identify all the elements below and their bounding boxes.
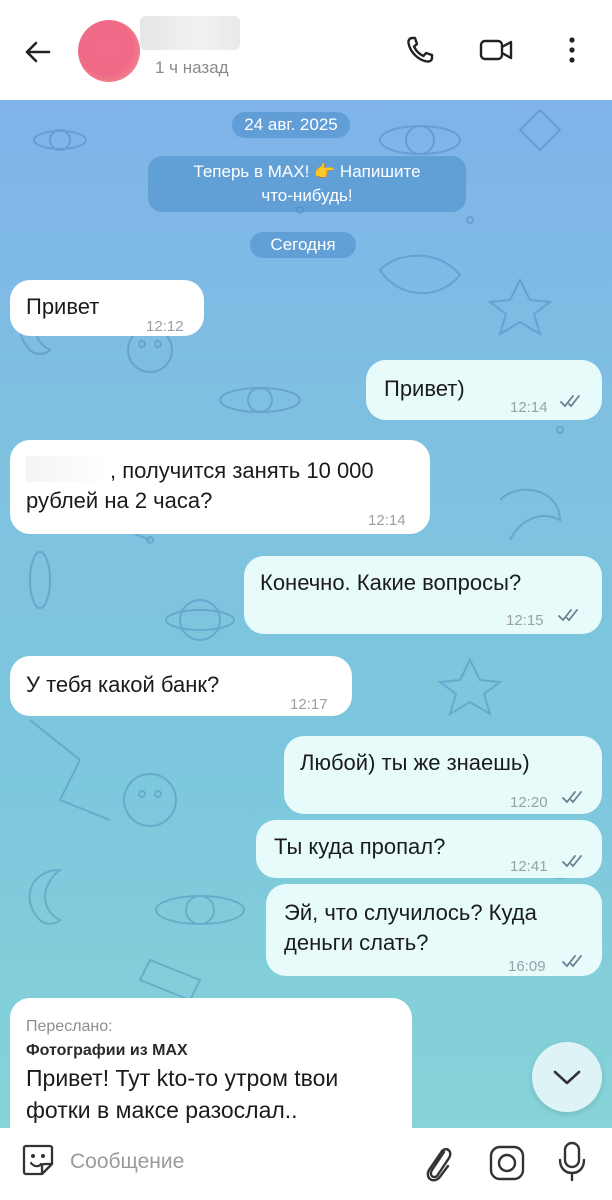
double-check-icon: [558, 609, 578, 622]
contact-name-redacted[interactable]: [140, 16, 240, 50]
back-button[interactable]: [18, 32, 58, 72]
sticker-button[interactable]: [18, 1140, 58, 1180]
message-text: У тебя какой банк?: [26, 672, 220, 697]
message-time: 12:15: [506, 612, 544, 629]
message-text-line-2: фотки в максе разослал..: [26, 1097, 298, 1123]
double-check-icon: [562, 955, 582, 968]
message-composer: [0, 1128, 612, 1200]
chat-area[interactable]: 24 авг. 2025 Теперь в MAX! 👉 Напишите чт…: [0, 100, 612, 1128]
paperclip-icon: [426, 1147, 452, 1182]
attach-button[interactable]: [418, 1140, 458, 1184]
incoming-message[interactable]: У тебя какой банк? 12:17: [10, 656, 352, 716]
system-notice-line-2: что-нибудь!: [261, 186, 353, 205]
message-time: 12:20: [510, 794, 548, 811]
message-text-line-2: рублей на 2 часа?: [26, 488, 213, 513]
scroll-to-bottom-button[interactable]: [532, 1042, 602, 1112]
message-text: Любой) ты же знаешь): [300, 750, 530, 775]
message-text: Конечно. Какие вопросы?: [260, 570, 522, 595]
camera-icon: [489, 1145, 525, 1181]
outgoing-message[interactable]: Ты куда пропал? 12:41: [256, 820, 602, 878]
system-notice: Теперь в MAX! 👉 Напишите что-нибудь!: [148, 156, 466, 212]
message-time: 12:17: [290, 696, 328, 713]
message-time: 16:09: [508, 958, 546, 975]
call-button[interactable]: [400, 30, 440, 70]
message-text: Ты куда пропал?: [274, 834, 446, 859]
incoming-message[interactable]: Привет 12:12: [10, 280, 204, 336]
double-check-icon: [562, 791, 582, 804]
message-time: 12:14: [510, 399, 548, 416]
message-time: 12:12: [146, 318, 184, 335]
double-check-icon: [560, 395, 580, 408]
date-divider: 24 авг. 2025: [232, 112, 350, 138]
camera-button[interactable]: [486, 1142, 528, 1184]
message-text: Привет): [384, 376, 465, 401]
outgoing-message[interactable]: Конечно. Какие вопросы? 12:15: [244, 556, 602, 634]
double-check-icon: [562, 855, 582, 868]
outgoing-message[interactable]: Привет) 12:14: [366, 360, 602, 420]
outgoing-message[interactable]: Эй, что случилось? Куда деньги слать? 16…: [266, 884, 602, 976]
arrow-left-icon: [25, 41, 51, 63]
today-divider: Сегодня: [250, 232, 356, 258]
voice-message-button[interactable]: [552, 1138, 592, 1184]
sticker-icon: [22, 1144, 54, 1176]
redacted-name: [26, 456, 110, 482]
more-vertical-icon: [569, 37, 575, 63]
message-text: Привет: [26, 294, 100, 319]
message-time: 12:14: [368, 512, 406, 529]
forwarded-source[interactable]: Фотографии из MAX: [26, 1036, 188, 1065]
chat-header: 1 ч назад: [0, 0, 612, 100]
video-camera-icon: [479, 39, 513, 61]
message-input[interactable]: [70, 1146, 390, 1178]
phone-icon: [407, 36, 434, 63]
more-menu-button[interactable]: [552, 30, 592, 70]
message-text-line-1: , получится занять 10 000: [26, 456, 374, 485]
video-call-button[interactable]: [476, 30, 516, 70]
outgoing-message[interactable]: Любой) ты же знаешь) 12:20: [284, 736, 602, 814]
last-seen-status: 1 ч назад: [155, 58, 229, 77]
microphone-icon: [558, 1141, 586, 1182]
system-notice-line-1: Теперь в MAX! 👉 Напишите: [193, 162, 421, 181]
avatar[interactable]: [78, 20, 140, 82]
message-text-line-1: Привет! Тут kto-то утром tвои: [26, 1065, 339, 1091]
forwarded-message[interactable]: Переслано: Фотографии из MAX Привет! Тут…: [10, 998, 412, 1128]
message-text-line-2: деньги слать?: [284, 930, 429, 955]
chevron-down-icon: [553, 1070, 581, 1085]
message-time: 12:41: [510, 858, 548, 875]
message-text-line-1: Эй, что случилось? Куда: [284, 900, 537, 925]
incoming-message[interactable]: , получится занять 10 000 рублей на 2 ча…: [10, 440, 430, 534]
